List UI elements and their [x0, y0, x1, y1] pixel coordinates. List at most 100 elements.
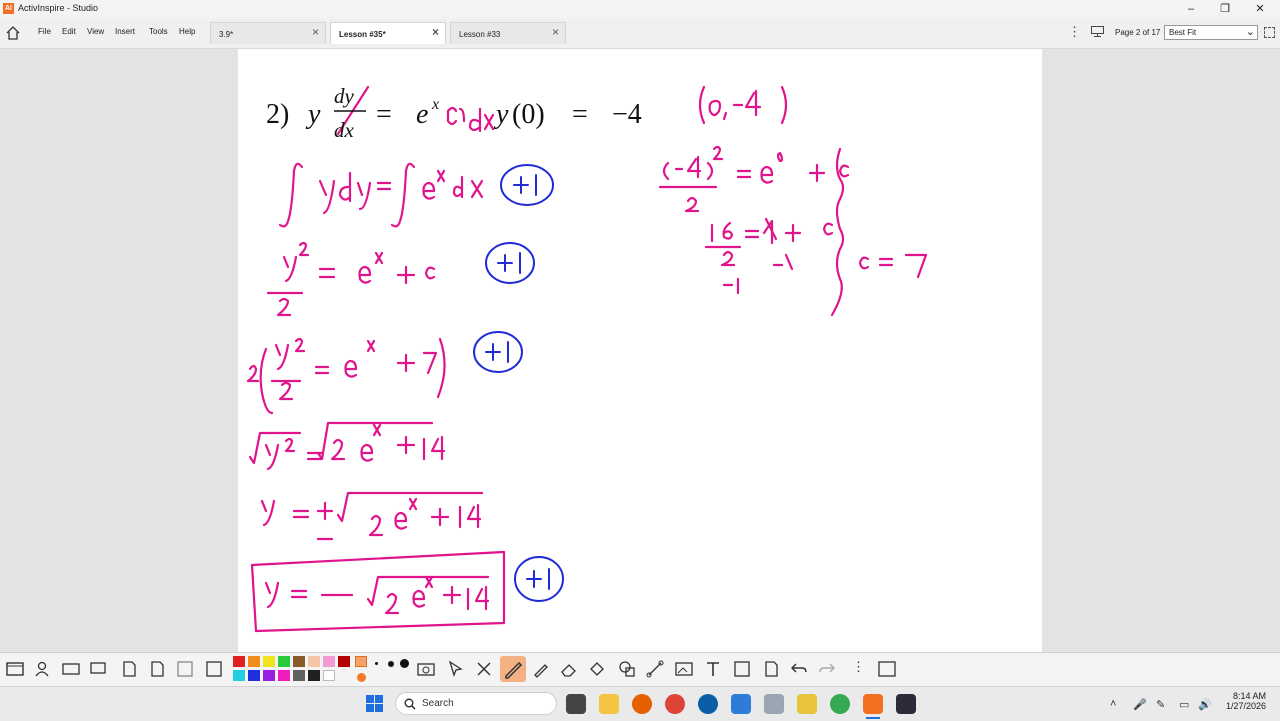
zoom-select[interactable]: Best Fit ⌄	[1164, 25, 1258, 40]
page-indicator: Page 2 of 17	[1115, 28, 1161, 37]
windows-taskbar: Search ˄ 🎤 ✎ ▭ 🔊 8:14 AM 1/27/2026	[0, 686, 1280, 721]
firefox-icon[interactable]	[632, 694, 652, 714]
image-icon[interactable]	[675, 660, 693, 678]
windows-start-icon[interactable]	[366, 695, 383, 712]
select-tool-icon[interactable]	[447, 660, 465, 678]
shape-icon[interactable]	[618, 660, 636, 678]
pen-width-small-icon[interactable]	[375, 662, 378, 665]
pen-menu-icon[interactable]: ✎	[1156, 698, 1165, 711]
eraser-icon[interactable]	[560, 660, 578, 678]
toolbar-customize-icon[interactable]	[878, 660, 896, 678]
color-swatch-green[interactable]	[278, 656, 290, 667]
taskbar-clock[interactable]: 8:14 AM 1/27/2026	[1218, 691, 1266, 711]
svg-text:(0): (0)	[512, 99, 545, 130]
zoom-value: Best Fit	[1169, 28, 1197, 37]
main-menu-icon[interactable]	[6, 660, 24, 678]
tab-label: 3.9*	[219, 30, 234, 39]
menu-tools[interactable]: Tools	[149, 27, 168, 36]
pen-width-medium-icon[interactable]	[388, 661, 394, 667]
active-app-indicator	[866, 717, 880, 719]
color-swatch-gray[interactable]	[293, 670, 305, 681]
color-swatch-peach[interactable]	[308, 656, 320, 667]
tab-lesson-33[interactable]: Lesson #33 ×	[450, 22, 566, 44]
color-swatch-pink[interactable]	[323, 656, 335, 667]
outlook-icon[interactable]	[731, 694, 751, 714]
svg-text:=: =	[376, 99, 392, 130]
taskbar-search-input[interactable]: Search	[395, 692, 557, 715]
page-reset-doc-icon[interactable]	[762, 660, 780, 678]
tab-label: Lesson #35*	[339, 30, 386, 39]
tab-3-9[interactable]: 3.9* ×	[210, 22, 326, 44]
home-icon[interactable]	[5, 25, 21, 41]
color-swatch-magenta[interactable]	[278, 670, 290, 681]
menu-view[interactable]: View	[87, 27, 104, 36]
previous-page-icon[interactable]	[120, 660, 138, 678]
color-swatch-brown[interactable]	[293, 656, 305, 667]
clear-icon[interactable]	[733, 660, 751, 678]
edge-icon[interactable]	[698, 694, 718, 714]
chrome-profile-icon[interactable]	[830, 694, 850, 714]
svg-text:dy: dy	[334, 84, 355, 108]
color-swatch-yellow[interactable]	[263, 656, 275, 667]
fullscreen-icon[interactable]	[1264, 27, 1275, 38]
menu-edit[interactable]: Edit	[62, 27, 76, 36]
svg-text:x: x	[431, 96, 439, 113]
tab-lesson-35[interactable]: Lesson #35* ×	[330, 22, 446, 44]
color-swatch-black[interactable]	[308, 670, 320, 681]
search-placeholder: Search	[422, 698, 454, 709]
file-explorer-icon[interactable]	[599, 694, 619, 714]
more-options-icon[interactable]: ⋮	[1068, 24, 1081, 40]
close-window-button[interactable]: ✕	[1243, 0, 1277, 18]
sticky-notes-icon[interactable]	[797, 694, 817, 714]
close-tab-icon[interactable]: ×	[432, 25, 439, 39]
undo-icon[interactable]	[790, 660, 808, 678]
activinspire-taskbar-icon[interactable]	[863, 694, 883, 714]
tools-icon[interactable]	[475, 660, 493, 678]
pen-width-large-icon[interactable]	[400, 659, 409, 668]
color-swatch-cyan[interactable]	[233, 670, 245, 681]
task-view-icon[interactable]	[566, 694, 586, 714]
menu-insert[interactable]: Insert	[115, 27, 135, 36]
color-swatch-white[interactable]	[323, 670, 335, 681]
toolbar-more-icon[interactable]: ⋮	[852, 659, 865, 675]
connector-icon[interactable]	[646, 660, 664, 678]
maximize-button[interactable]: ❐	[1208, 0, 1242, 18]
flipchart-page[interactable]: 2) y dy dx = e x y (0) = −4	[238, 49, 1042, 652]
handwriting-layer: 2) y dy dx = e x y (0) = −4	[246, 84, 928, 633]
menu-file[interactable]: File	[38, 27, 51, 36]
camera-icon[interactable]	[417, 660, 435, 678]
keyboard-icon[interactable]	[62, 660, 80, 678]
help-icon[interactable]	[205, 660, 223, 678]
close-tab-icon[interactable]: ×	[552, 25, 559, 39]
chevron-down-icon: ⌄	[1245, 26, 1255, 38]
calculator-icon[interactable]	[764, 694, 784, 714]
color-swatch-purple[interactable]	[263, 670, 275, 681]
menu-bar: File Edit View Insert Tools Help 3.9* × …	[0, 18, 1280, 49]
pen-tool-button[interactable]	[500, 656, 526, 682]
highlighter-icon[interactable]	[532, 660, 550, 678]
color-swatch-orange[interactable]	[248, 656, 260, 667]
minimize-button[interactable]: –	[1174, 0, 1208, 18]
page-reset-icon[interactable]	[176, 660, 194, 678]
redo-icon[interactable]	[818, 660, 836, 678]
user-icon[interactable]	[34, 660, 52, 678]
chrome-icon[interactable]	[665, 694, 685, 714]
current-color-indicator[interactable]	[355, 656, 367, 667]
fill-icon[interactable]	[588, 660, 606, 678]
network-icon[interactable]: ▭	[1179, 698, 1189, 711]
color-swatch-blue[interactable]	[248, 670, 260, 681]
close-tab-icon[interactable]: ×	[312, 25, 319, 39]
next-page-icon[interactable]	[148, 660, 166, 678]
obs-icon[interactable]	[896, 694, 916, 714]
text-icon[interactable]	[704, 660, 722, 678]
show-hidden-icons-icon[interactable]: ˄	[1110, 698, 1116, 710]
screen-icon[interactable]	[90, 660, 108, 678]
page-browser-icon[interactable]	[1091, 26, 1104, 37]
tab-label: Lesson #33	[459, 30, 501, 39]
microphone-icon[interactable]: 🎤	[1133, 698, 1147, 711]
volume-icon[interactable]: 🔊	[1198, 698, 1212, 711]
color-swatch-dark-red[interactable]	[338, 656, 350, 667]
color-swatch-red[interactable]	[233, 656, 245, 667]
window-titlebar: AI ActivInspire - Studio – ❐ ✕	[0, 0, 1280, 18]
menu-help[interactable]: Help	[179, 27, 195, 36]
